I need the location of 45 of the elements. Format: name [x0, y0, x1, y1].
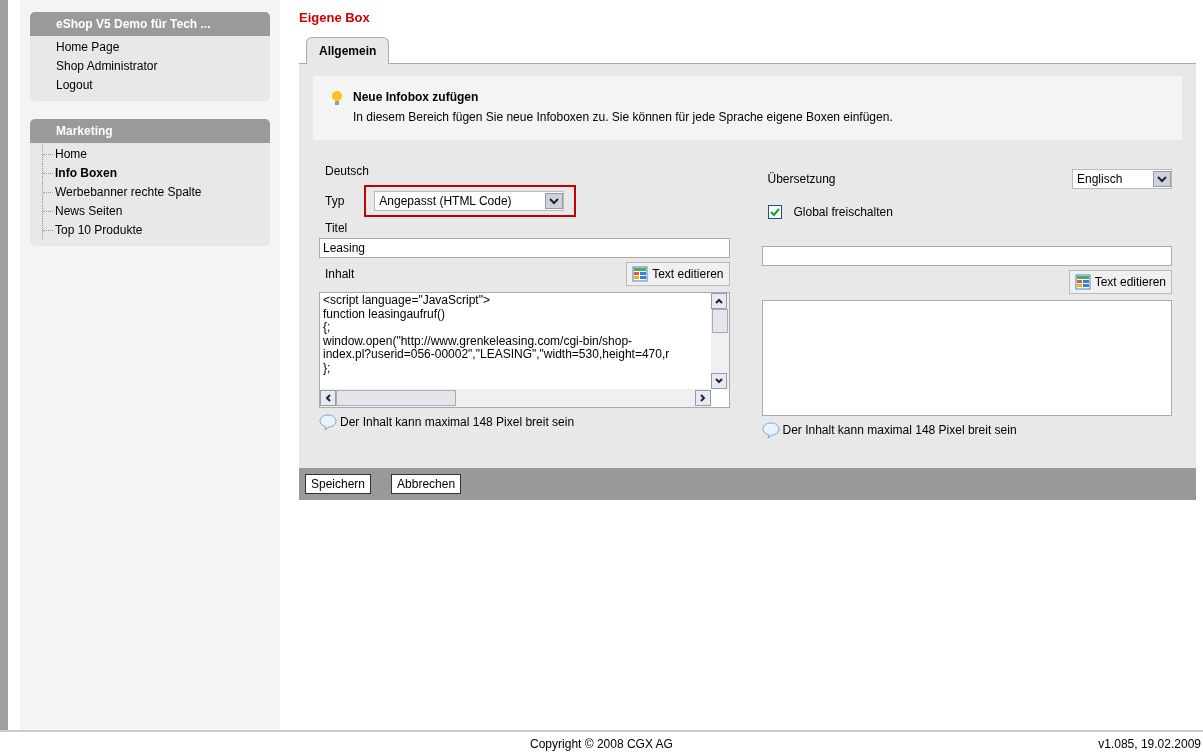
version-text: v1.085, 19.02.2009	[1098, 737, 1201, 751]
speech-bubble-icon	[319, 414, 337, 430]
sidebar-link[interactable]: Shop Administrator	[56, 57, 270, 76]
field-label: Titel	[324, 221, 348, 235]
type-select[interactable]: Angepasst (HTML Code)	[374, 191, 565, 211]
hint-text: Der Inhalt kann maximal 148 Pixel breit sein	[340, 415, 575, 429]
code-text: <script language="JavaScript"> function leasingaufruf() {; window.open("http://www.grenkeleasing.com/cgi-bin/shop- index.pl?userid=056-00002","LEASING","width=530,height=470,r };	[322, 293, 671, 377]
column-heading: Deutsch	[324, 164, 370, 178]
checkbox-label: Global freischalten	[793, 205, 893, 219]
copyright-text: Copyright © 2008 CGX AG	[530, 737, 673, 751]
language-select[interactable]: Englisch	[1072, 169, 1172, 189]
info-text: In diesem Bereich fügen Sie neue Infoboxen zu. Sie können für jede Sprache eigene Boxen einfügen.	[353, 110, 893, 124]
page-title: Eigene Box	[299, 10, 371, 25]
column-heading: Übersetzung	[766, 172, 836, 186]
title-input[interactable]	[761, 246, 1172, 266]
table-icon	[632, 266, 649, 282]
info-title: Neue Infobox zufügen	[353, 90, 480, 104]
edit-text-button[interactable]: Text editieren	[1068, 270, 1172, 294]
sidebar-link[interactable]: Werbebanner rechte Spalte	[42, 183, 270, 202]
tab[interactable]: Allgemein	[306, 37, 390, 64]
sidebar-link[interactable]: Home Page	[56, 38, 270, 57]
table-icon	[1074, 274, 1091, 290]
sidebar-link[interactable]: Home	[42, 145, 270, 164]
lightbulb-icon	[331, 90, 343, 106]
action-button[interactable]: Abbrechen	[391, 474, 462, 494]
action-button[interactable]: Speichern	[305, 474, 372, 494]
checkbox[interactable]	[767, 205, 782, 219]
hint-text: Der Inhalt kann maximal 148 Pixel breit sein	[782, 423, 1017, 437]
scroll-thumb[interactable]	[711, 309, 728, 333]
sidebar-heading: eShop V5 Demo für Tech ...	[30, 12, 270, 36]
sidebar-link[interactable]: Info Boxen	[42, 164, 270, 183]
field-label: Typ	[324, 194, 345, 208]
sidebar-link[interactable]: Top 10 Produkte	[42, 221, 270, 240]
horizontal-scrollbar[interactable]	[320, 389, 711, 407]
speech-bubble-icon	[761, 422, 780, 438]
title-input[interactable]: Leasing	[319, 238, 730, 258]
vertical-scrollbar[interactable]	[710, 293, 729, 389]
sidebar-heading: Marketing	[30, 119, 270, 143]
sidebar-link[interactable]: News Seiten	[42, 202, 270, 221]
field-label: Inhalt	[324, 267, 355, 281]
scroll-thumb[interactable]	[336, 390, 456, 406]
content-textarea[interactable]: <script language="JavaScript"> function leasingaufruf() {; window.open("http://www.grenkeleasing.com/cgi-bin/shop- index.pl?userid=056-00002","LEASING","width=530,height=470,r };	[319, 292, 730, 408]
sidebar-link[interactable]: Logout	[56, 76, 270, 95]
content-textarea[interactable]	[761, 300, 1172, 416]
edit-text-button[interactable]: Text editieren	[626, 262, 730, 286]
